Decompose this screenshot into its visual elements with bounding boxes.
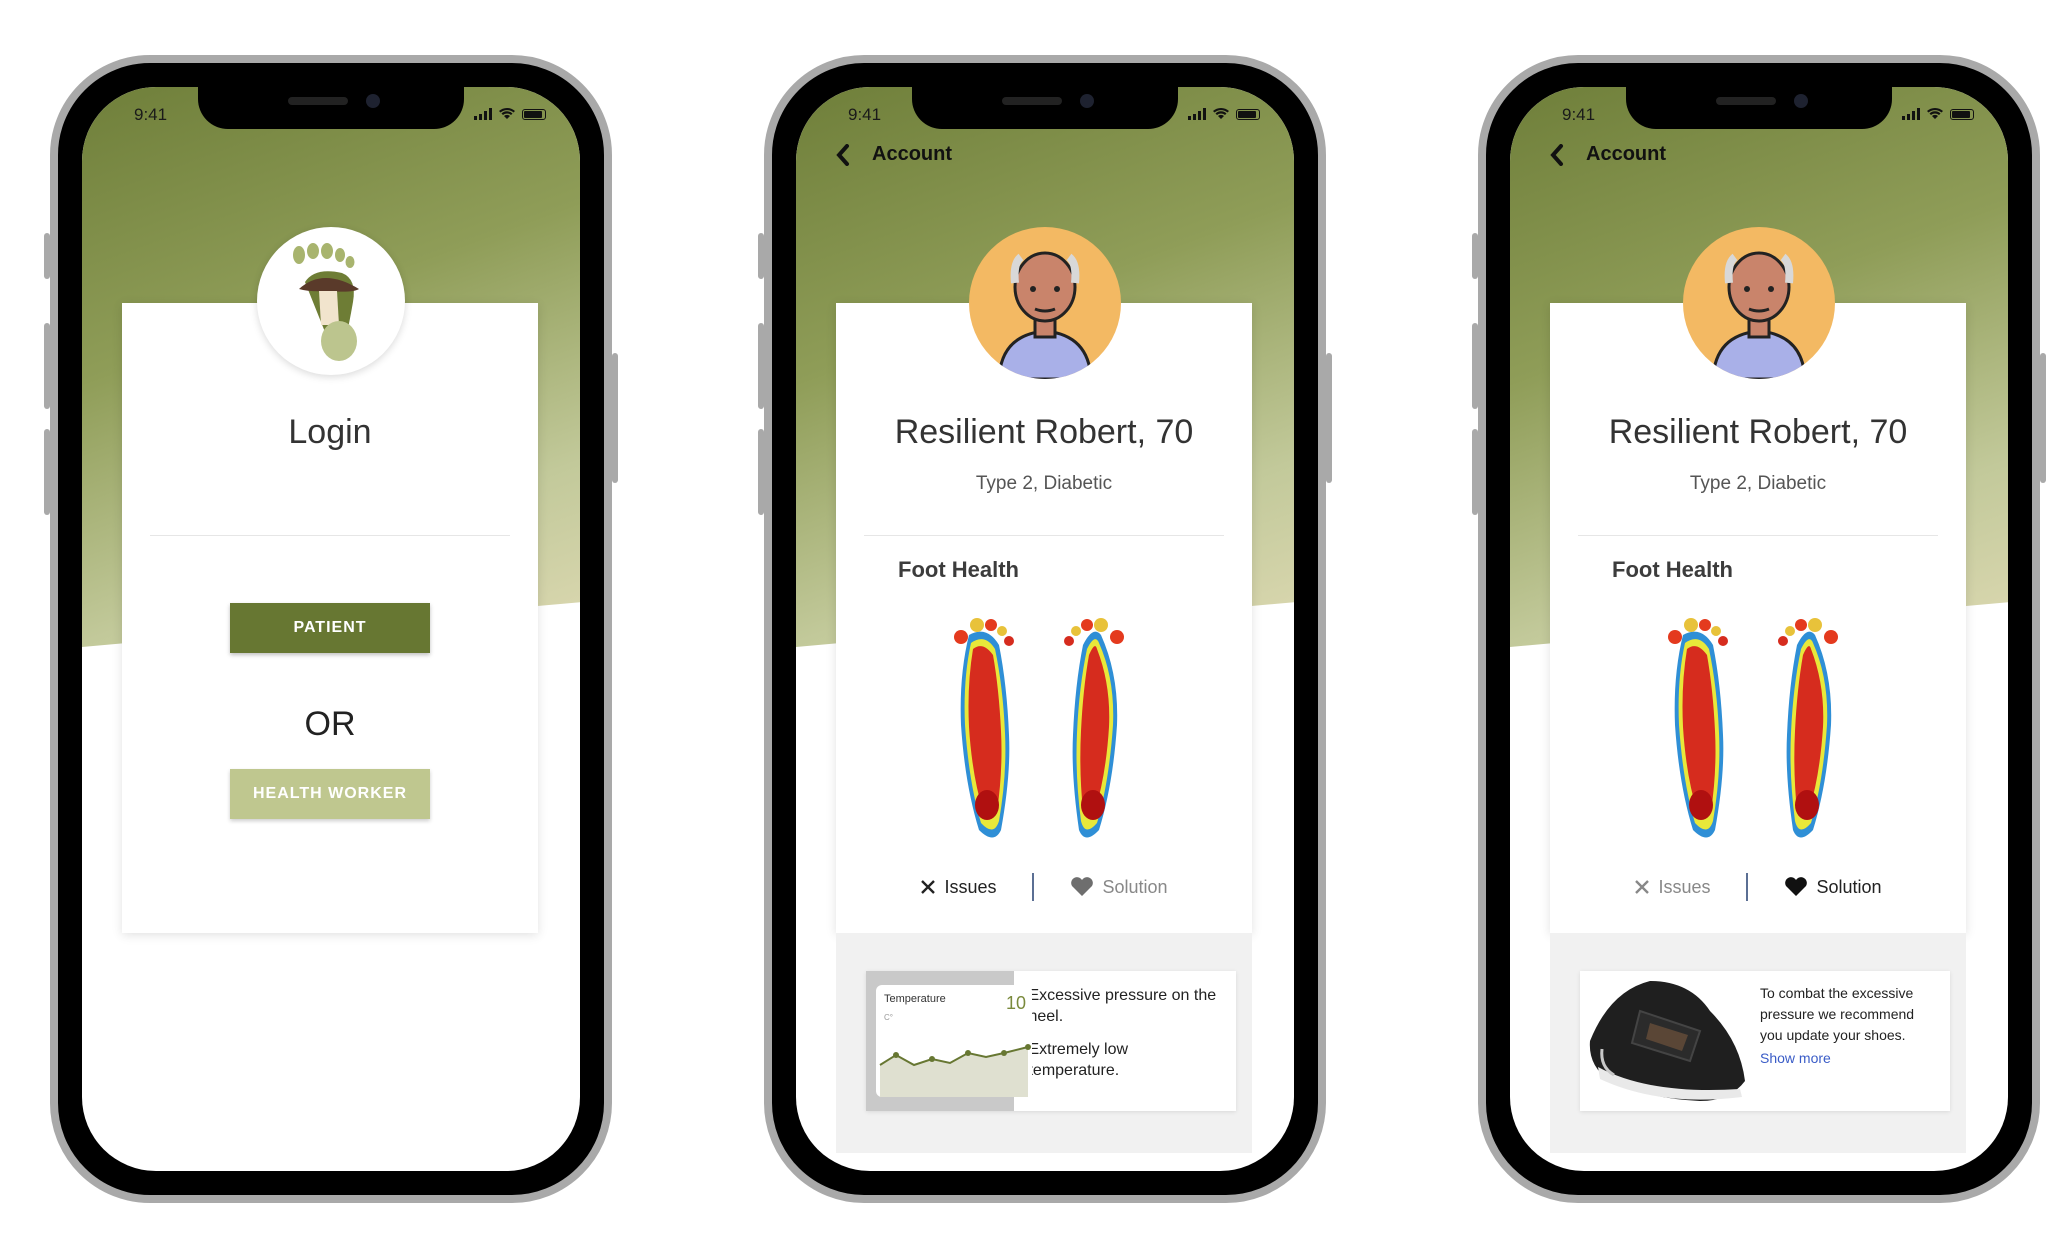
solution-screen: 9:41 Account Resilient Robert, 70 Type 2… xyxy=(1510,87,2008,1171)
signal-icon xyxy=(474,108,492,120)
heart-icon xyxy=(1785,877,1808,896)
back-label: Account xyxy=(1586,143,1666,165)
status-time: 9:41 xyxy=(134,105,168,124)
login-card: Login PATIENT OR HEALTH WORKER xyxy=(122,303,538,933)
wifi-icon xyxy=(499,107,515,119)
issue-solution-tabs: Issues Solution xyxy=(1550,873,1966,901)
app-logo xyxy=(257,227,405,375)
login-screen: 9:41 Login PATIENT OR HEALTH WORKER xyxy=(82,87,580,1171)
temperature-mini-chart: Temperature C° 10 xyxy=(866,971,1032,1111)
back-chevron-icon xyxy=(836,143,849,166)
avatar xyxy=(1683,227,1835,379)
health-worker-button[interactable]: HEALTH WORKER xyxy=(230,769,430,819)
foot-pressure-heatmap xyxy=(1668,618,1838,838)
phone-issues: 9:41 Account Resilient Robert, 70 Type 2… xyxy=(758,55,1332,1203)
solution-text-block: To combat the excessive pressure we reco… xyxy=(1750,971,1950,1111)
status-icons xyxy=(1188,107,1260,120)
foot-mushroom-logo-icon xyxy=(293,243,359,361)
shoe-image xyxy=(1580,971,1750,1111)
elderly-man-avatar-icon xyxy=(1711,251,1807,379)
foot-health-title: Foot Health xyxy=(1612,557,1733,582)
patient-button[interactable]: PATIENT xyxy=(230,603,430,653)
wifi-icon xyxy=(1927,107,1943,119)
tab-issues-label: Issues xyxy=(1658,876,1711,897)
close-x-icon xyxy=(921,880,936,894)
profile-card: Resilient Robert, 70 Type 2, Diabetic Fo… xyxy=(836,303,1252,933)
patient-condition: Type 2, Diabetic xyxy=(1689,473,1827,494)
avatar xyxy=(969,227,1121,379)
phone-login: 9:41 Login PATIENT OR HEALTH WORKER xyxy=(44,55,618,1203)
tab-issues[interactable]: Issues xyxy=(1634,877,1710,898)
patient-name: Resilient Robert, 70 xyxy=(1608,413,1908,451)
battery-icon xyxy=(522,109,546,120)
back-chevron-icon xyxy=(1550,143,1563,166)
close-x-icon xyxy=(1635,880,1650,894)
orthopedic-shoe-image xyxy=(1589,981,1745,1101)
issues-tray: Temperature C° 10 Excessive pressure on … xyxy=(836,933,1252,1153)
back-button[interactable]: Account xyxy=(836,143,952,166)
or-text: OR xyxy=(304,705,356,743)
heart-icon xyxy=(1071,877,1094,896)
profile-card: Resilient Robert, 70 Type 2, Diabetic Fo… xyxy=(1550,303,1966,933)
foot-health-title: Foot Health xyxy=(898,557,1019,582)
issue-2: Extremely low temperature. xyxy=(1028,1041,1129,1079)
status-icons xyxy=(1902,107,1974,120)
status-time: 9:41 xyxy=(1562,105,1596,124)
issue-text: Excessive pressure on the heel. Extremel… xyxy=(1014,971,1236,1111)
back-button[interactable]: Account xyxy=(1550,143,1666,166)
back-label: Account xyxy=(872,143,952,165)
issue-solution-tabs: Issues Solution xyxy=(836,873,1252,901)
elderly-man-avatar-icon xyxy=(997,251,1093,379)
tab-solution[interactable]: Solution xyxy=(1070,876,1168,898)
tab-issues[interactable]: Issues xyxy=(920,877,996,898)
patient-name: Resilient Robert, 70 xyxy=(894,413,1194,451)
show-more-link[interactable]: Show more xyxy=(1760,1048,1940,1069)
solution-card[interactable]: To combat the excessive pressure we reco… xyxy=(1580,971,1950,1111)
battery-icon xyxy=(1236,109,1260,120)
temperature-sparkline xyxy=(879,1044,1031,1097)
issue-1: Excessive pressure on the heel. xyxy=(1028,987,1217,1025)
issue-card[interactable]: Temperature C° 10 Excessive pressure on … xyxy=(866,971,1236,1111)
battery-icon xyxy=(1950,109,1974,120)
tab-issues-label: Issues xyxy=(944,876,997,897)
foot-pressure-heatmap xyxy=(954,618,1124,838)
signal-icon xyxy=(1902,108,1920,120)
wifi-icon xyxy=(1213,107,1229,119)
status-icons xyxy=(474,107,546,120)
patient-condition: Type 2, Diabetic xyxy=(975,473,1113,494)
phone-solution: 9:41 Account Resilient Robert, 70 Type 2… xyxy=(1472,55,2046,1203)
signal-icon xyxy=(1188,108,1206,120)
tab-solution[interactable]: Solution xyxy=(1784,876,1882,898)
tab-solution-label: Solution xyxy=(1102,876,1168,897)
solution-tray: To combat the excessive pressure we reco… xyxy=(1550,933,1966,1153)
tab-solution-label: Solution xyxy=(1816,876,1882,897)
status-time: 9:41 xyxy=(848,105,882,124)
solution-text: To combat the excessive pressure we reco… xyxy=(1760,985,1915,1043)
issues-screen: 9:41 Account Resilient Robert, 70 Type 2… xyxy=(796,87,1294,1171)
login-title: Login xyxy=(288,413,372,451)
